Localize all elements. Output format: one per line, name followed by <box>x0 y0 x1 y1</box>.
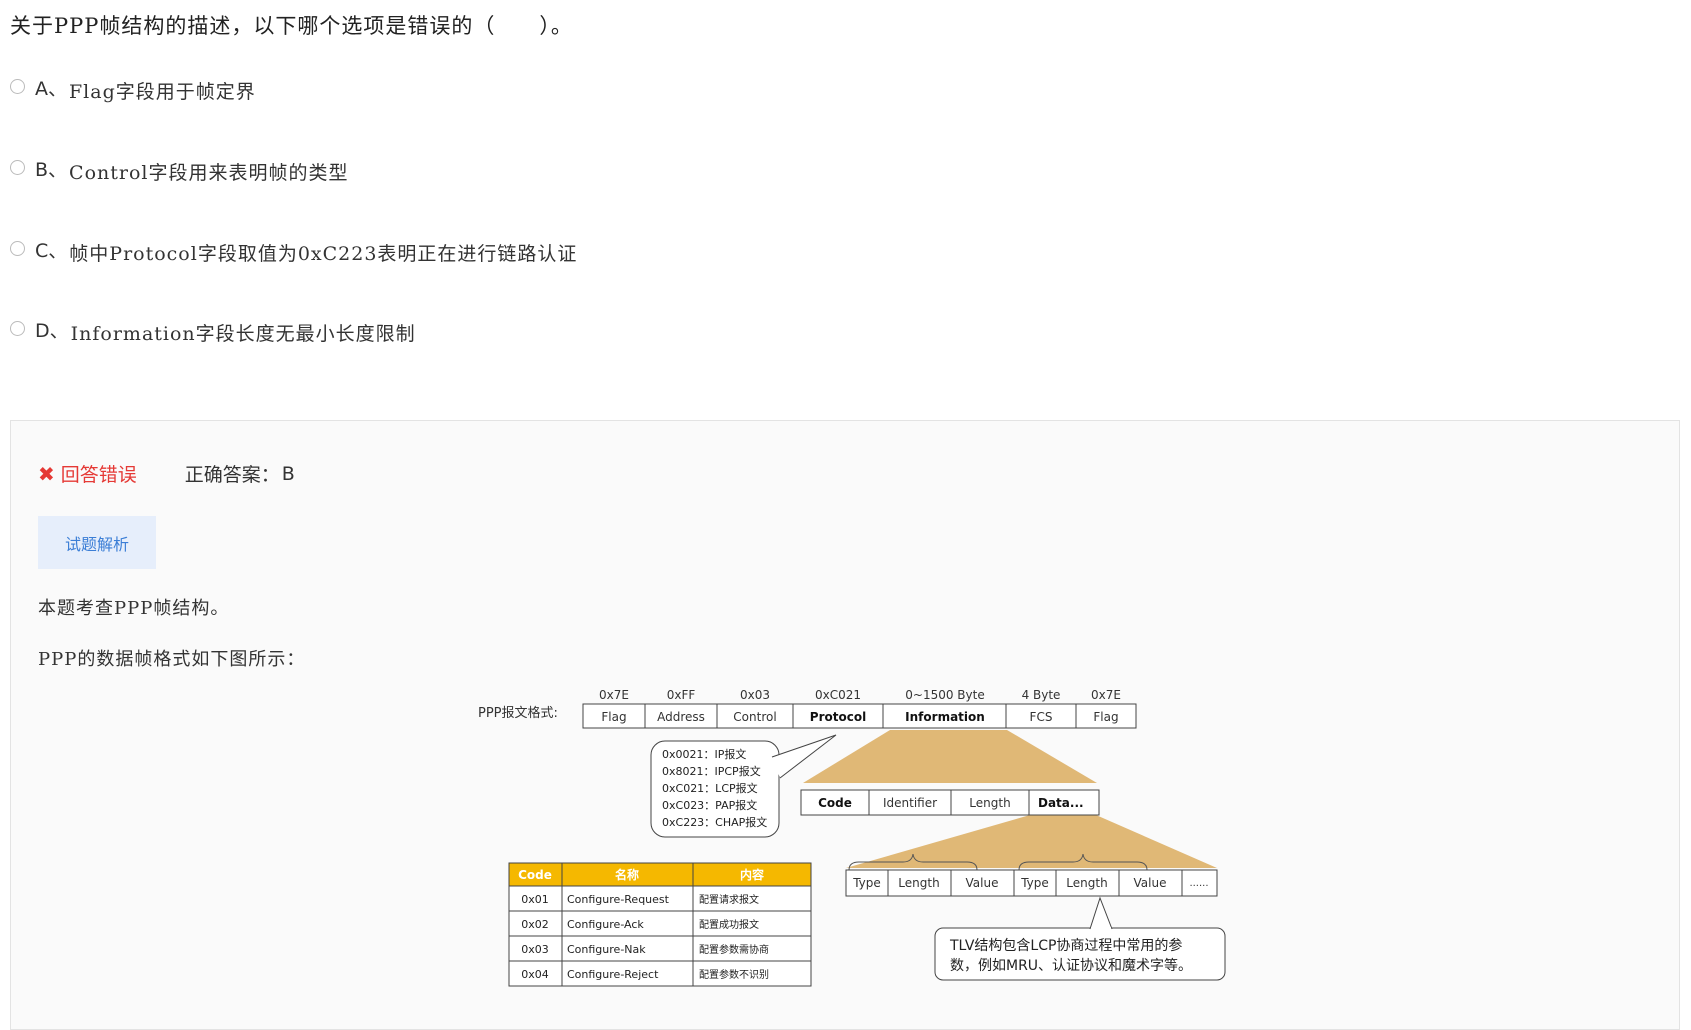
tlv-field-name: Length <box>898 876 939 890</box>
tlv-note-line: 数，例如MRU、认证协议和魔术字等。 <box>950 957 1192 974</box>
ppp-frame-row: 0x7E 0xFF 0x03 0xC021 0~1500 Byte 4 Byte… <box>582 688 1137 729</box>
tlv-field-name: Value <box>1134 876 1167 890</box>
field-value: 0xFF <box>667 688 696 702</box>
table-header-cell: 名称 <box>615 867 639 882</box>
explanation-line: 本题考查PPP帧结构。 <box>38 598 230 619</box>
tlv-row: Type Length Value Type Length Value ....… <box>845 869 1218 897</box>
tlv-field-name: Type <box>852 876 881 890</box>
information-fan <box>803 730 1097 783</box>
tab-analysis[interactable]: 试题解析 <box>38 516 156 569</box>
lcp-field-name: Identifier <box>883 796 937 810</box>
tlv-note-pointer <box>1089 896 1113 930</box>
table-cell: Configure-Reject <box>567 968 659 981</box>
table-header-cell: 内容 <box>740 867 764 882</box>
option-text: Information字段长度无最小长度限制 <box>70 322 416 345</box>
field-value: 4 Byte <box>1022 688 1061 702</box>
table-row <box>508 910 812 937</box>
option-text: 帧中Protocol字段取值为0xC223表明正在进行链路认证 <box>69 242 578 265</box>
field-name: Flag <box>601 710 626 724</box>
protocol-callout: 0x0021：IP报文 0x8021：IPCP报文 0xC021：LCP报文 0… <box>650 734 837 838</box>
code-table: Code 名称 内容 0x01 Configure-Request 配置请求报文… <box>508 862 812 987</box>
table-cell: 0x02 <box>521 918 549 931</box>
field-value: 0x7E <box>1091 688 1121 702</box>
radio-button[interactable] <box>10 159 25 175</box>
tlv-field-name: ...... <box>1189 878 1208 889</box>
table-header-cell: Code <box>518 868 552 882</box>
option-a[interactable]: A、 Flag字段用于帧定界 <box>10 75 256 105</box>
ppp-frame-diagram: PPP报文格式: 0x7E 0xFF 0x03 0xC021 0~1500 By… <box>478 688 1226 987</box>
table-cell: 0x03 <box>521 943 549 956</box>
tlv-note: TLV结构包含LCP协商过程中常用的参 数，例如MRU、认证协议和魔术字等。 <box>934 896 1226 981</box>
lcp-field-name: Data... <box>1038 796 1084 810</box>
explanation-line: PPP的数据帧格式如下图所示： <box>38 649 306 670</box>
table-cell: Configure-Nak <box>567 943 646 956</box>
tlv-field-name: Length <box>1066 876 1107 890</box>
lcp-field-name: Code <box>818 796 852 810</box>
field-value: 0x03 <box>740 688 770 702</box>
option-d[interactable]: D、 Information字段长度无最小长度限制 <box>10 317 416 347</box>
radio-button[interactable] <box>10 240 25 256</box>
table-cell: Configure-Request <box>567 893 670 906</box>
table-header-row <box>508 862 812 887</box>
option-letter: A、 <box>35 77 67 100</box>
field-name: Address <box>657 710 705 724</box>
lcp-field-name: Length <box>969 796 1010 810</box>
radio-button[interactable] <box>10 78 25 94</box>
table-cell: 配置请求报文 <box>699 893 759 906</box>
table-cell: 配置成功报文 <box>699 918 759 931</box>
tlv-field-name: Type <box>1020 876 1049 890</box>
field-name: FCS <box>1030 710 1053 724</box>
result-bar: ✖ 回答错误 正确答案： B <box>38 460 295 487</box>
table-cell: 配置参数需协商 <box>699 943 769 956</box>
field-value: 0~1500 Byte <box>905 688 984 702</box>
table-cell: 0x01 <box>521 893 549 906</box>
field-name: Control <box>733 710 776 724</box>
question-text: 关于PPP帧结构的描述，以下哪个选项是错误的（ ）。 <box>10 14 573 38</box>
protocol-value: 0x0021：IP报文 <box>662 747 746 761</box>
table-cell: 0x04 <box>521 968 549 981</box>
table-cell: Configure-Ack <box>567 918 644 931</box>
protocol-value: 0x8021：IPCP报文 <box>662 764 761 778</box>
correct-answer-value: B <box>281 462 295 485</box>
data-fan <box>846 815 1217 868</box>
protocol-value: 0xC223：CHAP报文 <box>662 815 767 829</box>
option-text: Control字段用来表明帧的类型 <box>69 161 349 184</box>
field-name: Flag <box>1093 710 1118 724</box>
protocol-value: 0xC021：LCP报文 <box>662 781 758 795</box>
field-name: Protocol <box>810 710 866 724</box>
result-status: 回答错误 <box>60 464 137 486</box>
field-name: Information <box>905 710 985 724</box>
option-text: Flag字段用于帧定界 <box>69 80 256 103</box>
close-icon: ✖ <box>38 461 55 486</box>
format-label: PPP报文格式: <box>478 705 558 721</box>
protocol-value: 0xC023：PAP报文 <box>662 798 757 812</box>
table-cell: 配置参数不识别 <box>699 968 769 981</box>
tlv-field-name: Value <box>966 876 999 890</box>
option-letter: D、 <box>35 319 69 342</box>
field-value: 0x7E <box>599 688 629 702</box>
option-b[interactable]: B、 Control字段用来表明帧的类型 <box>10 156 349 186</box>
option-letter: C、 <box>35 239 68 262</box>
lcp-packet-row: Code Identifier Length Data... <box>800 789 1100 816</box>
field-value: 0xC021 <box>815 688 861 702</box>
tlv-note-line: TLV结构包含LCP协商过程中常用的参 <box>949 937 1182 954</box>
radio-button[interactable] <box>10 320 25 336</box>
correct-answer-label: 正确答案： <box>184 464 280 486</box>
option-c[interactable]: C、 帧中Protocol字段取值为0xC223表明正在进行链路认证 <box>10 237 577 267</box>
option-letter: B、 <box>35 158 68 181</box>
